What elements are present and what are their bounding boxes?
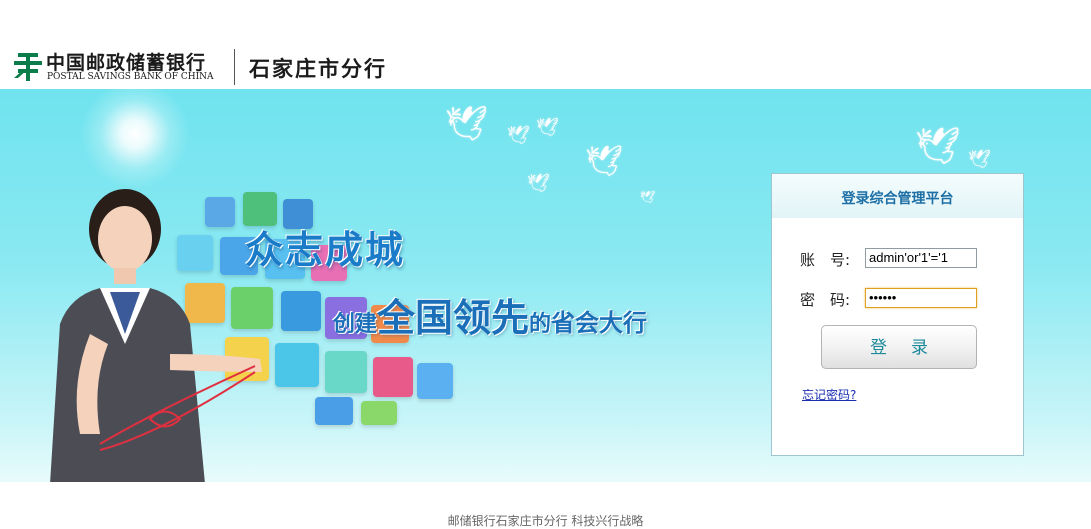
- postal-logo-icon: [14, 53, 42, 81]
- sun-glow: [80, 89, 190, 189]
- username-label: 账 号:: [800, 251, 851, 269]
- dove-icon: 🕊: [536, 117, 559, 138]
- login-title: 登录综合管理平台: [841, 191, 954, 207]
- slogan-highlight: 全国领先: [377, 296, 530, 340]
- dove-icon: 🕊: [445, 104, 489, 144]
- slogan-line-2: 创建全国领先的省会大行: [333, 287, 647, 342]
- header-divider: [234, 49, 235, 85]
- username-input[interactable]: admin'or'1'='1: [865, 248, 977, 268]
- forgot-password-link[interactable]: 忘记密码?: [802, 386, 856, 403]
- login-panel: 登录综合管理平台: [771, 173, 1024, 456]
- login-button[interactable]: 登录: [821, 325, 977, 369]
- dove-icon: 🕊: [527, 173, 550, 194]
- dove-icon: 🕊: [915, 126, 961, 167]
- dove-icon: 🕊: [968, 149, 991, 170]
- password-label: 密 码:: [800, 291, 851, 309]
- dove-icon: 🕊: [585, 144, 624, 179]
- bank-name-cn: 中国邮政储蓄银行: [46, 52, 207, 74]
- staff-person-illustration: [50, 189, 262, 482]
- login-panel-header: 登录综合管理平台: [772, 174, 1023, 218]
- footer-text: 邮储银行石家庄市分行 科技兴行战略: [447, 514, 644, 528]
- page-header: 中国邮政储蓄银行 POSTAL SAVINGS BANK OF CHINA 石家…: [0, 0, 1091, 89]
- branch-name: 石家庄市分行: [249, 56, 387, 81]
- bank-name-en: POSTAL SAVINGS BANK OF CHINA: [47, 72, 214, 82]
- slogan-line-1: 众志成城: [245, 228, 406, 272]
- slogan-prefix: 创建: [333, 312, 378, 337]
- slogan-suffix: 省会大行: [551, 309, 648, 337]
- dove-icon: 🕊: [507, 125, 530, 146]
- password-input[interactable]: ••••••: [865, 288, 977, 308]
- dove-icon: 🕊: [640, 190, 656, 204]
- slogan-mid: 的: [529, 312, 552, 337]
